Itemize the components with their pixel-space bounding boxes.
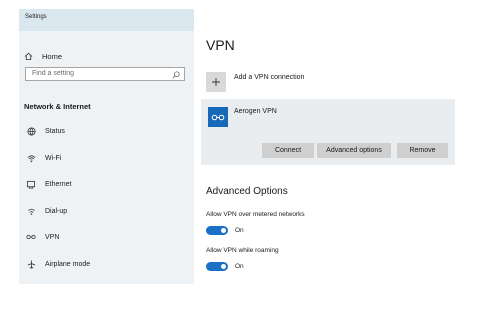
advanced-options-button[interactable]: Advanced options — [317, 143, 391, 158]
sidebar: Settings Home Find a setting Network & I… — [19, 9, 194, 284]
sidebar-item-label: Dial-up — [45, 207, 68, 215]
add-vpn-connection[interactable]: Add a VPN connection — [206, 72, 304, 92]
dialup-icon — [24, 207, 38, 216]
sidebar-item-label: Status — [45, 127, 65, 135]
window-title: Settings — [25, 14, 47, 20]
sidebar-item-status[interactable]: Status — [24, 125, 65, 137]
search-input[interactable]: Find a setting — [25, 67, 185, 81]
vpn-connection-name: Aerogen VPN — [234, 108, 277, 115]
search-placeholder: Find a setting — [32, 70, 75, 77]
roaming-state: On — [235, 263, 244, 270]
connect-button[interactable]: Connect — [262, 143, 314, 158]
sidebar-item-ethernet[interactable]: Ethernet — [24, 178, 71, 190]
wifi-icon — [24, 154, 38, 163]
metered-toggle[interactable] — [206, 226, 228, 235]
vpn-connection-logo — [208, 107, 228, 127]
home-label: Home — [42, 51, 63, 61]
plus-icon — [212, 78, 220, 86]
section-title: Network & Internet — [24, 102, 91, 111]
sidebar-item-wifi[interactable]: Wi-Fi — [24, 152, 61, 164]
remove-button[interactable]: Remove — [397, 143, 448, 158]
toggle-knob — [221, 264, 226, 269]
advanced-options-heading: Advanced Options — [206, 186, 288, 197]
title-bar: Settings — [19, 9, 194, 31]
vpn-icon — [24, 233, 38, 241]
sidebar-item-label: Wi-Fi — [45, 154, 62, 162]
search-icon — [172, 71, 180, 79]
metered-label: Allow VPN over metered networks — [206, 211, 305, 218]
sidebar-item-airplane[interactable]: Airplane mode — [24, 258, 90, 270]
sidebar-item-home[interactable]: Home — [24, 50, 62, 62]
airplane-icon — [24, 259, 38, 269]
roaming-toggle[interactable] — [206, 262, 228, 271]
add-vpn-label: Add a VPN connection — [234, 74, 305, 81]
page-title: VPN — [206, 37, 235, 53]
toggle-knob — [221, 228, 226, 233]
add-vpn-button[interactable] — [206, 72, 226, 92]
vpn-connection-card[interactable]: Aerogen VPN Connect Advanced options Rem… — [201, 99, 455, 165]
globe-icon — [24, 126, 38, 136]
vpn-icon — [211, 114, 225, 120]
sidebar-item-label: Ethernet — [45, 180, 72, 188]
sidebar-item-label: Airplane mode — [45, 260, 91, 268]
ethernet-icon — [24, 180, 38, 189]
sidebar-item-dialup[interactable]: Dial-up — [24, 205, 67, 217]
roaming-label: Allow VPN while roaming — [206, 247, 279, 254]
metered-state: On — [235, 227, 244, 234]
home-icon — [24, 52, 33, 60]
sidebar-item-vpn[interactable]: VPN — [24, 231, 59, 243]
sidebar-item-label: VPN — [45, 233, 60, 241]
